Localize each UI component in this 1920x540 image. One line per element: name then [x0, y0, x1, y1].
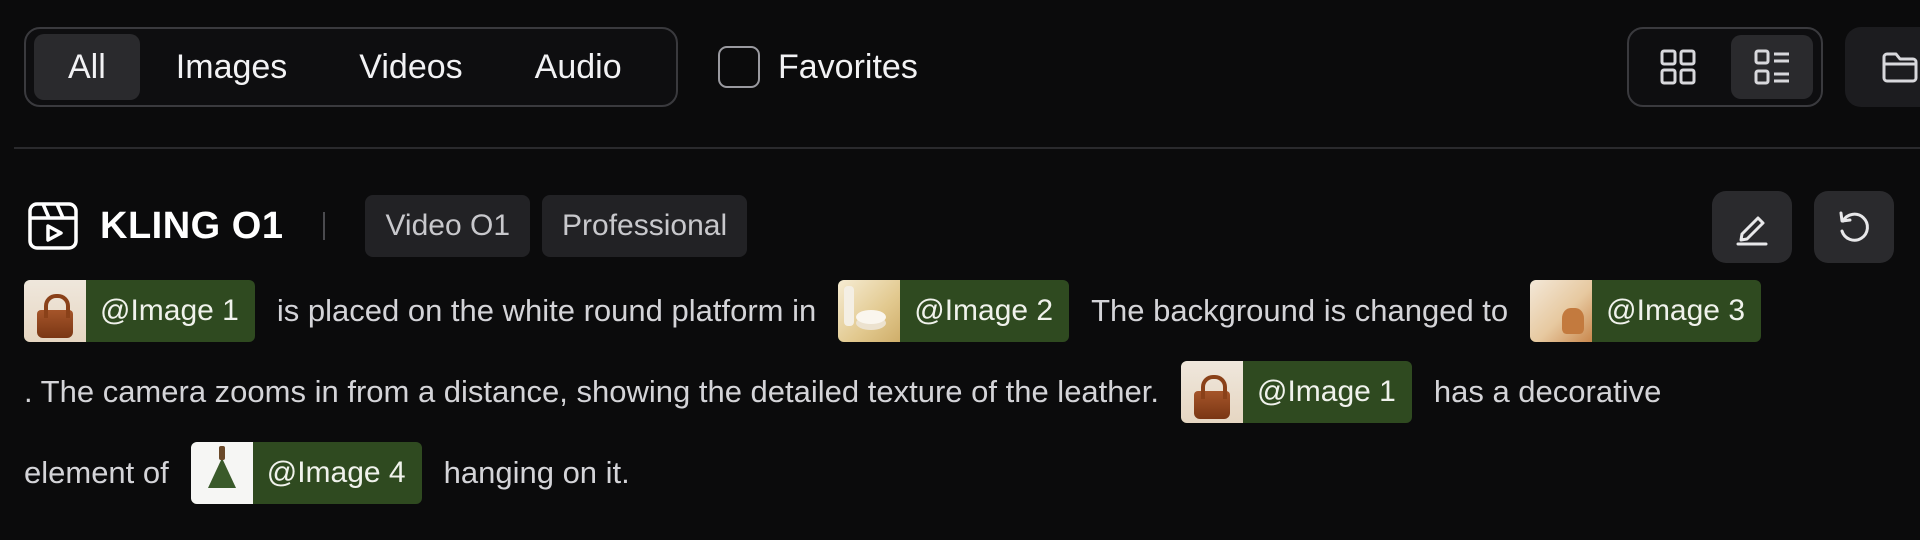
section-divider: [14, 147, 1920, 149]
prompt-line: . The camera zooms in from a distance, s…: [24, 361, 1904, 423]
prompt-segment: is placed on the white round platform in: [276, 293, 817, 328]
prompt-segment: . The camera zooms in from a distance, s…: [24, 374, 1159, 409]
media-filter-group: All Images Videos Audio: [24, 27, 678, 107]
tab-audio[interactable]: Audio: [499, 34, 658, 100]
image-reference-chip[interactable]: @Image 4: [190, 442, 422, 504]
tab-images[interactable]: Images: [140, 34, 324, 100]
view-toggle-group: [1627, 27, 1823, 107]
edit-pencil-icon: [1736, 216, 1768, 246]
header-separator: [323, 212, 326, 240]
tag-quality-mode: Professional: [542, 195, 748, 257]
grid-view-icon: [1660, 49, 1696, 85]
refresh-icon: [1839, 211, 1869, 242]
image-thumbnail: [24, 280, 86, 342]
grid-view-button[interactable]: [1637, 35, 1719, 99]
generation-header: KLING O1 Video O1 Professional: [26, 193, 759, 259]
prompt-text: @Image 1 is placed on the white round pl…: [24, 280, 1904, 523]
regenerate-button[interactable]: [1814, 191, 1894, 263]
tab-videos[interactable]: Videos: [323, 34, 498, 100]
image-reference-label: @Image 1: [1257, 375, 1396, 408]
list-view-icon: [1754, 49, 1789, 85]
prompt-segment: element of: [24, 455, 169, 490]
video-clapper-icon: [28, 202, 78, 250]
image-reference-chip[interactable]: @Image 3: [1530, 280, 1762, 342]
prompt-line: element of @Image 4 hanging on it.: [24, 442, 1904, 504]
image-reference-chip[interactable]: @Image 2: [838, 280, 1070, 342]
folder-button[interactable]: [1845, 27, 1920, 107]
image-reference-chip[interactable]: @Image 1: [1181, 361, 1412, 423]
prompt-line: @Image 1 is placed on the white round pl…: [24, 280, 1904, 342]
image-reference-label: @Image 3: [1606, 294, 1746, 327]
prompt-segment: hanging on it.: [443, 455, 630, 490]
image-thumbnail: [190, 442, 253, 504]
image-reference-label: @Image 1: [100, 294, 239, 327]
image-thumbnail: [1530, 280, 1593, 342]
image-thumbnail: [838, 280, 901, 342]
favorites-checkbox[interactable]: [718, 46, 760, 88]
image-reference-label: @Image 2: [914, 294, 1054, 327]
image-reference-label: @Image 4: [266, 456, 406, 489]
prompt-segment: The background is changed to: [1091, 293, 1509, 328]
folder-icon: [1882, 52, 1918, 83]
list-view-button[interactable]: [1731, 35, 1813, 99]
tag-model-version: Video O1: [365, 195, 531, 257]
favorites-label: Favorites: [778, 47, 918, 86]
image-thumbnail: [1181, 361, 1243, 423]
prompt-segment: has a decorative: [1433, 374, 1662, 409]
edit-button[interactable]: [1712, 191, 1792, 263]
image-reference-chip[interactable]: @Image 1: [24, 280, 255, 342]
tab-all[interactable]: All: [34, 34, 140, 100]
model-name: KLING O1: [100, 204, 284, 247]
favorites-filter[interactable]: Favorites: [718, 46, 918, 88]
